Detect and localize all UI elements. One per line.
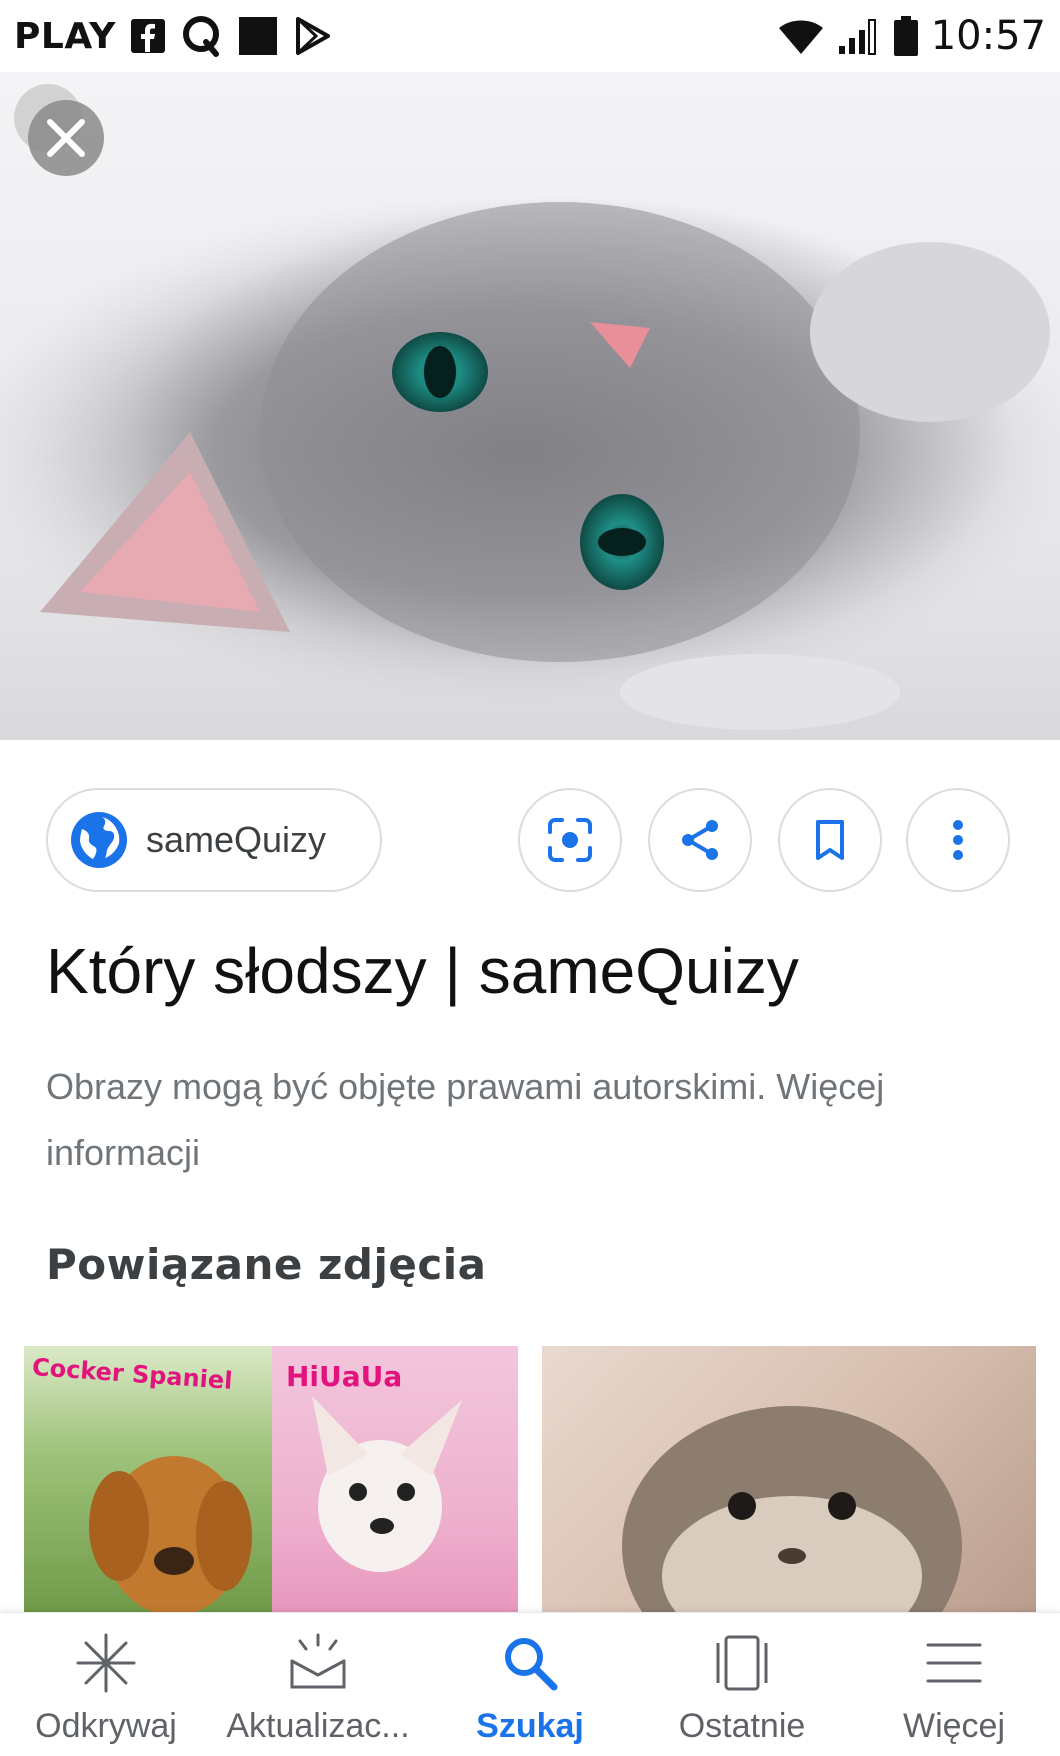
close-button[interactable]: [8, 80, 106, 178]
facebook-icon: [130, 18, 166, 54]
image-viewer-page: PLAY 10:57 sameQuizy Który słodszy | sam…: [0, 0, 1060, 1756]
nav-label-more: Więcej: [902, 1707, 1006, 1745]
nav-item-discover[interactable]: Odkrywaj: [0, 1613, 212, 1756]
kitten-illustration: [0, 192, 1060, 730]
source-actions-row: sameQuizy: [0, 786, 1060, 896]
nav-label-recent: Ostatnie: [678, 1707, 806, 1745]
share-button[interactable]: [648, 788, 752, 892]
nav-label-updates: Aktualizac...: [226, 1707, 410, 1745]
lens-icon: [548, 818, 592, 862]
share-icon: [682, 820, 718, 860]
quora-icon: [180, 14, 224, 58]
wifi-icon: [777, 16, 825, 56]
globe-icon: [71, 812, 127, 868]
nav-label-search: Szukaj: [476, 1707, 584, 1745]
status-clock: 10:57: [930, 13, 1046, 59]
updates-icon: [286, 1631, 350, 1695]
recent-icon: [710, 1631, 774, 1695]
hero-image[interactable]: [0, 72, 1060, 740]
signal-icon: [837, 16, 881, 56]
bottom-navigation: Odkrywaj Aktualizac... Szukaj Ostatnie W…: [0, 1612, 1060, 1756]
lens-button[interactable]: [518, 788, 622, 892]
related-images: Cocker Spaniel HiUaUa: [24, 1346, 1036, 1616]
nav-item-recent[interactable]: Ostatnie: [636, 1613, 848, 1756]
nav-item-updates[interactable]: Aktualizac...: [212, 1613, 424, 1756]
search-icon: [498, 1631, 562, 1695]
copyright-notice[interactable]: Obrazy mogą być objęte prawami autorskim…: [46, 1054, 1006, 1186]
source-chip[interactable]: sameQuizy: [46, 788, 382, 892]
nav-label-discover: Odkrywaj: [35, 1707, 177, 1745]
status-bar: PLAY 10:57: [0, 0, 1060, 72]
more-options-button[interactable]: [906, 788, 1010, 892]
battery-icon: [893, 15, 919, 57]
related-heading: Powiązane zdjęcia: [46, 1240, 487, 1289]
nav-item-more[interactable]: Więcej: [848, 1613, 1060, 1756]
related-image-hamster[interactable]: [542, 1346, 1036, 1616]
more-vert-icon: [953, 820, 963, 860]
carrier-label: PLAY: [14, 15, 116, 57]
close-icon: [14, 84, 104, 176]
bookmark-icon: [816, 820, 844, 860]
result-title[interactable]: Który słodszy | sameQuizy: [46, 934, 1026, 1008]
related-image-spaniel: Cocker Spaniel: [24, 1346, 272, 1616]
save-button[interactable]: [778, 788, 882, 892]
menu-icon: [922, 1631, 986, 1695]
related-image-dogs[interactable]: Cocker Spaniel HiUaUa: [24, 1346, 518, 1616]
source-name: sameQuizy: [146, 819, 327, 860]
related-image-chihuahua: HiUaUa: [272, 1346, 518, 1616]
nav-item-search[interactable]: Szukaj: [424, 1613, 636, 1756]
play-store-icon: [292, 16, 332, 56]
app-square-icon: [238, 16, 278, 56]
discover-icon: [74, 1631, 138, 1695]
